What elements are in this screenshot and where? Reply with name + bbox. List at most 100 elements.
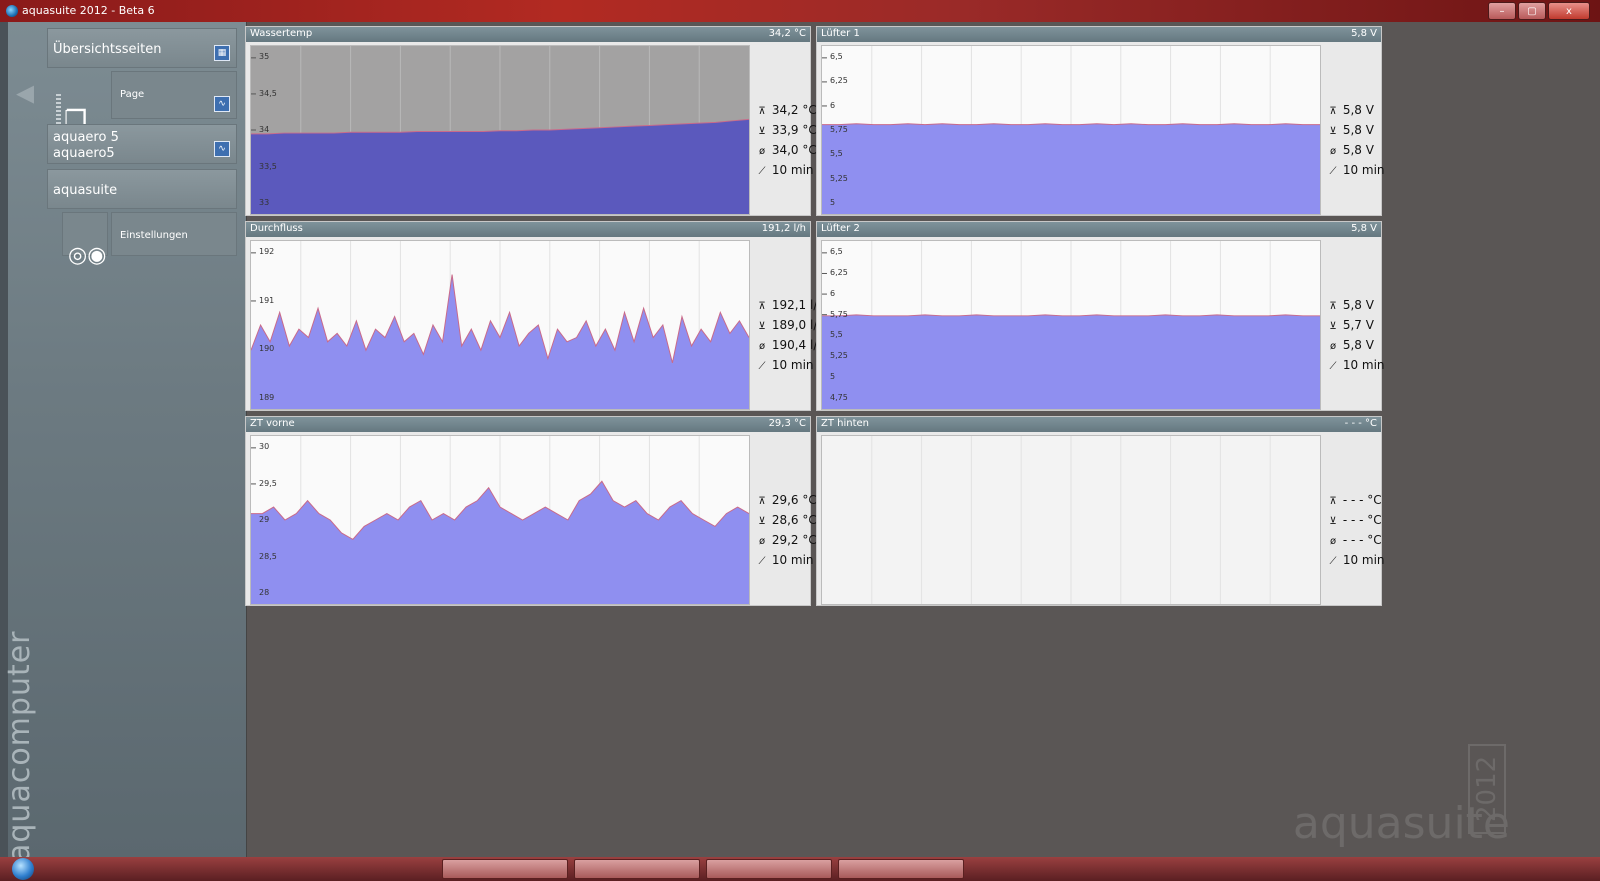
stat-avg-value: 34,0 °C xyxy=(771,143,817,157)
y-tick-label: 6 xyxy=(830,100,836,110)
stat-interval: ⟋ 10 min xyxy=(1327,553,1385,573)
stat-interval-value: 10 min xyxy=(1342,358,1385,372)
stat-max-value: 5,8 V xyxy=(1342,298,1374,312)
window-controls: – ▢ x xyxy=(1488,2,1590,20)
stat-avg-value: 5,8 V xyxy=(1342,338,1374,352)
nav-page-label: Page xyxy=(120,89,145,100)
taskbar-item[interactable] xyxy=(838,859,964,879)
panel-header: Lüfter 2 5,8 V xyxy=(817,222,1381,237)
stat-avg-value: 29,2 °C xyxy=(771,533,817,547)
chart-plot: 6,5 6,25 6 5,75 5,5 5,25 5 4,75 xyxy=(821,240,1321,410)
collapse-arrow-icon[interactable]: ◂ xyxy=(14,52,36,132)
y-tick-label: 34 xyxy=(259,125,270,134)
max-icon: ⊼ xyxy=(1329,301,1337,312)
panel-title: ZT hinten xyxy=(821,418,870,429)
stat-avg-value: - - - °C xyxy=(1342,533,1382,547)
stat-max: ⊼ - - - °C xyxy=(1327,493,1383,513)
average-icon: ø xyxy=(758,536,766,547)
y-tick-label: 5,75 xyxy=(830,309,848,319)
stat-min: ⊻ 189,0 l/h xyxy=(756,318,825,338)
minimize-button[interactable]: – xyxy=(1488,2,1516,20)
panel-stats: ⊼ 5,8 V ⊻ 5,8 Vø 5,8 V ⟋ 10 min xyxy=(1327,103,1384,183)
nav-page[interactable]: Page ∿ xyxy=(111,71,237,119)
y-tick-label: 4,75 xyxy=(830,393,848,402)
panel-current-value: - - - °C xyxy=(1344,418,1377,429)
y-tick-label: 6 xyxy=(830,288,836,298)
panel-title: Lüfter 2 xyxy=(821,223,860,234)
panel-title: Lüfter 1 xyxy=(821,28,860,39)
stat-interval: ⟋ 10 min xyxy=(756,358,814,378)
chart-icon[interactable]: ∿ xyxy=(214,96,230,112)
panel-current-value: 5,8 V xyxy=(1351,223,1377,234)
stat-avg: ø 5,8 V xyxy=(1327,143,1383,163)
panel-header: ZT hinten - - - °C xyxy=(817,417,1381,432)
panel-current-value: 29,3 °C xyxy=(768,418,806,429)
chart-svg xyxy=(251,436,749,604)
grid-icon[interactable]: ▦ xyxy=(214,45,230,61)
chart-icon[interactable]: ∿ xyxy=(214,141,230,157)
y-tick-label: 33 xyxy=(259,198,270,207)
sensor-panel[interactable]: ZT hinten - - - °C ⊼ - - - °C ⊻ - - - °C ø -… xyxy=(816,416,1385,606)
stat-max-value: - - - °C xyxy=(1342,493,1382,507)
panel-header: Wassertemp 34,2 °C xyxy=(246,27,810,42)
y-tick-label: 6,5 xyxy=(830,52,843,61)
panel-stats: ⊼ 29,6 °C ⊻ 28,6 °C ø 29,2 °C ⟋ 10 min xyxy=(756,493,816,573)
stat-avg: ø - - - °C xyxy=(1327,533,1383,553)
max-icon: ⊼ xyxy=(758,301,766,312)
close-button[interactable]: x xyxy=(1548,2,1590,20)
min-icon: ⊻ xyxy=(758,126,766,137)
stat-max: ⊼ 5,8 V xyxy=(1327,298,1383,318)
sensor-panel[interactable]: Lüfter 1 5,8 V 6,5 6,25 6 5,75 5,5 5,25 5 ⊼ 5,8 V… xyxy=(816,26,1385,216)
y-tick-label: 6,25 xyxy=(830,76,848,86)
stat-min-value: 5,8 V xyxy=(1342,123,1374,137)
chart-plot: 6,5 6,25 6 5,75 5,5 5,25 5 xyxy=(821,45,1321,215)
nav-overview-label: Übersichtsseiten xyxy=(53,42,162,57)
window-title: aquasuite 2012 - Beta 6 xyxy=(22,4,155,17)
average-icon: ø xyxy=(758,146,766,157)
taskbar-item[interactable] xyxy=(442,859,568,879)
y-tick-label: 5 xyxy=(830,198,836,207)
panel-current-value: 5,8 V xyxy=(1351,28,1377,39)
y-tick-label: 30 xyxy=(259,442,270,451)
panel-title: Wassertemp xyxy=(250,28,313,39)
series-area xyxy=(822,314,1320,409)
maximize-button[interactable]: ▢ xyxy=(1518,2,1546,20)
chart-svg xyxy=(822,241,1320,409)
sensor-panel[interactable]: Durchfluss 191,2 l/h 192 191 190 189 ⊼ 192,1 l… xyxy=(245,221,825,411)
nav-settings[interactable]: Einstellungen xyxy=(111,212,237,256)
stat-min-value: 33,9 °C xyxy=(771,123,817,137)
taskbar-item[interactable] xyxy=(706,859,832,879)
max-icon: ⊼ xyxy=(758,106,766,117)
interval-icon: ⟋ xyxy=(1329,166,1337,177)
interval-icon: ⟋ xyxy=(758,361,766,372)
stat-max-value: 34,2 °C xyxy=(771,103,817,117)
stat-interval: ⟋ 10 min xyxy=(756,163,814,183)
brand-vertical-text: aquacomputer xyxy=(2,630,37,862)
chart-plot xyxy=(821,435,1321,605)
device-id: aquaero5 xyxy=(53,146,115,161)
panel-current-value: 191,2 l/h xyxy=(761,223,806,234)
series-area xyxy=(822,123,1320,214)
panel-stats: ⊼ - - - °C ⊻ - - - °C ø - - - °C ⟋ 10 min xyxy=(1327,493,1385,573)
sensor-panel[interactable]: Wassertemp 34,2 °C 35 34,5 34 33,5 33 ⊼ 34,2 °C… xyxy=(245,26,817,216)
nav-suite[interactable]: aquasuite xyxy=(47,169,237,209)
nav-overview[interactable]: Übersichtsseiten ▦ xyxy=(47,28,237,68)
chart-plot: 30 29,5 29 28,5 28 xyxy=(250,435,750,605)
start-button[interactable] xyxy=(12,858,34,880)
window-title-bar: aquasuite 2012 - Beta 6 – ▢ x xyxy=(0,0,1600,22)
stat-interval-value: 10 min xyxy=(771,358,814,372)
taskbar-item[interactable] xyxy=(574,859,700,879)
panel-header: ZT vorne 29,3 °C xyxy=(246,417,810,432)
y-tick-label: 28,5 xyxy=(259,551,277,561)
nav-device[interactable]: aquaero 5 aquaero5 ∿ xyxy=(47,124,237,164)
sensor-panel[interactable]: Lüfter 2 5,8 V 6,5 6,25 6 5,75 5,5 5,25 5 4,75 ⊼ 5… xyxy=(816,221,1385,411)
sensor-panel[interactable]: ZT vorne 29,3 °C 30 29,5 29 28,5 28 ⊼ 29,6 °C ⊻ … xyxy=(245,416,817,606)
y-tick-label: 5,5 xyxy=(830,149,843,159)
stat-avg: ø 34,0 °C xyxy=(756,143,817,163)
chart-plot: 192 191 190 189 xyxy=(250,240,750,410)
chart-plot: 35 34,5 34 33,5 33 xyxy=(250,45,750,215)
panel-header: Lüfter 1 5,8 V xyxy=(817,27,1381,42)
y-tick-label: 6,25 xyxy=(830,267,848,277)
stat-min-value: 28,6 °C xyxy=(771,513,817,527)
y-tick-label: 6,5 xyxy=(830,247,843,256)
